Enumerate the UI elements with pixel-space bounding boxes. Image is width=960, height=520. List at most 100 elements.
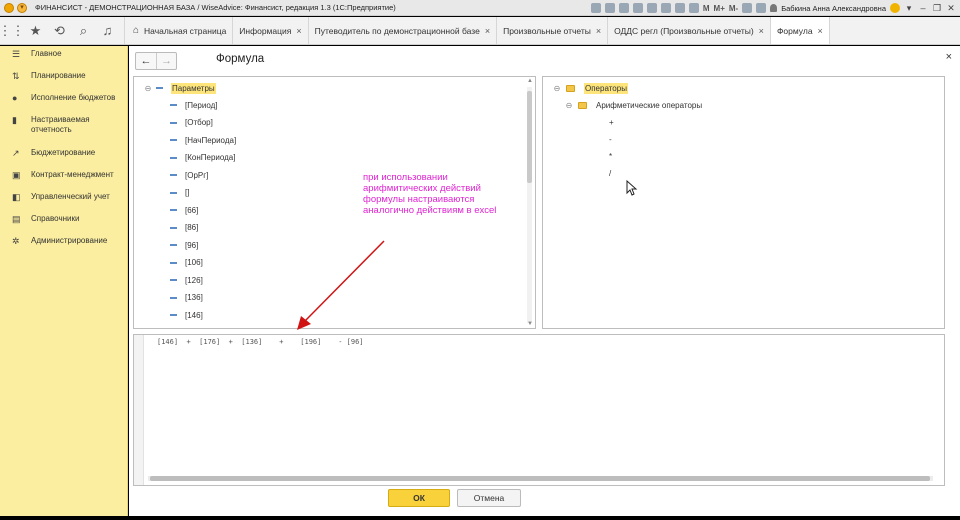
sidebar-item-budgeting[interactable]: ↗ Бюджетирование [0, 145, 127, 167]
field-icon [170, 226, 177, 229]
search-icon[interactable]: ⌕ [72, 17, 96, 44]
sidebar-item-directories[interactable]: ▤ Справочники [0, 211, 127, 233]
tab-home[interactable]: ⌂ Начальная страница [124, 17, 233, 44]
calendar-icon[interactable] [660, 3, 671, 13]
tree-node-label: / [609, 168, 612, 178]
preview-icon[interactable] [618, 3, 629, 13]
editor-gutter [134, 335, 144, 485]
tree-node-label: + [609, 117, 614, 127]
tab-label: Информация [239, 25, 292, 36]
field-icon [170, 314, 177, 316]
tab-formula[interactable]: Формула × [769, 17, 830, 44]
tree-node-parameter[interactable]: [146] [170, 308, 203, 322]
restore-icon[interactable]: ❐ [932, 3, 942, 14]
sidebar-item-main[interactable]: ☰ Главное [0, 46, 127, 68]
tree-node-operator[interactable]: + [609, 115, 614, 129]
field-icon [170, 261, 177, 264]
collapse-icon[interactable]: ⊖ [565, 101, 573, 110]
more-icon[interactable]: ▾ [904, 3, 914, 14]
field-icon [170, 174, 177, 176]
scroll-down-icon[interactable]: ▼ [527, 321, 533, 327]
tree-node-parameter[interactable]: [66] [170, 203, 198, 217]
print-icon[interactable] [604, 3, 615, 13]
info-icon[interactable] [890, 3, 900, 13]
table-icon[interactable] [674, 3, 685, 13]
current-user[interactable]: Бабкина Анна Александровна [781, 4, 886, 13]
sidebar-item-custom-reporting[interactable]: ▮ Настраиваемая отчетность [0, 112, 127, 145]
vertical-scrollbar[interactable] [527, 87, 532, 323]
collapse-icon[interactable]: ⊖ [144, 84, 152, 93]
link-icon[interactable] [632, 3, 643, 13]
sidebar-item-planning[interactable]: ⇅ Планирование [0, 68, 127, 90]
collapse-icon[interactable]: ⊖ [553, 84, 561, 93]
forward-button[interactable]: → [156, 53, 176, 69]
horizontal-scrollbar[interactable] [148, 476, 933, 481]
tree-node-parameter[interactable]: [126] [170, 273, 203, 287]
tree-node-label: Операторы [584, 82, 628, 94]
gear-icon: ✲ [12, 236, 20, 246]
tree-node-arithmetic[interactable]: ⊖ Арифметические операторы [565, 98, 702, 112]
copy-icon[interactable] [756, 3, 767, 13]
tree-node-parameter[interactable]: [] [170, 186, 189, 200]
tree-node-parameter[interactable]: [96] [170, 238, 198, 252]
apps-grid-icon[interactable]: ⋮⋮ [0, 17, 25, 44]
tree-node-operator[interactable]: * [609, 149, 612, 163]
sidebar-item-label: Справочники [31, 214, 80, 223]
save-icon[interactable] [590, 3, 601, 13]
tree-node-parameter[interactable]: [Период] [170, 98, 218, 112]
sidebar-item-administration[interactable]: ✲ Администрирование [0, 233, 127, 255]
cancel-button[interactable]: Отмена [457, 489, 521, 507]
tree-node-parameter[interactable]: [106] [170, 256, 203, 270]
trend-icon: ↗ [12, 148, 20, 158]
planning-icon: ⇅ [12, 71, 20, 81]
tree-node-parameter[interactable]: [КонПериода] [170, 151, 235, 165]
close-tab-icon[interactable]: × [296, 26, 301, 36]
tree-node-parameter[interactable]: [86] [170, 221, 198, 235]
tree-node-operator[interactable]: - [609, 132, 612, 146]
tab-demo-guide[interactable]: Путеводитель по демонстрационной базе × [307, 17, 497, 44]
close-window-icon[interactable]: ✕ [946, 3, 956, 14]
tab-information[interactable]: Информация × [232, 17, 308, 44]
field-icon [170, 139, 177, 141]
calculator-icon[interactable] [688, 3, 699, 13]
contract-icon: ▣ [12, 170, 21, 180]
mail-icon[interactable] [646, 3, 657, 13]
tab-custom-reports[interactable]: Произвольные отчеты × [496, 17, 608, 44]
sidebar-item-management-accounting[interactable]: ◧ Управленческий учет [0, 189, 127, 211]
sidebar-item-budget-execution[interactable]: ● Исполнение бюджетов [0, 90, 127, 112]
sidebar-item-contract-management[interactable]: ▣ Контракт-менеджмент [0, 167, 127, 189]
tab-bar: ⋮⋮ ★ ⟲ ⌕ ♫ ⌂ Начальная страница Информац… [0, 17, 960, 45]
close-tab-icon[interactable]: × [596, 26, 601, 36]
history-icon[interactable]: ⟲ [48, 17, 72, 44]
close-tab-icon[interactable]: × [818, 26, 823, 36]
formula-editor[interactable]: [146] + [176] + [136] + [196] - [96] [133, 334, 945, 486]
memory-m-button[interactable]: M [703, 4, 710, 13]
tree-node-operator[interactable]: / [609, 166, 611, 180]
close-tab-icon[interactable]: × [485, 26, 490, 36]
tree-node-parameter[interactable]: [Отбор] [170, 116, 213, 130]
app-logo-icon [4, 2, 14, 13]
back-button[interactable]: ← [136, 53, 156, 69]
main-menu-icon[interactable]: ▾ [17, 2, 27, 13]
field-icon [170, 279, 177, 281]
close-form-icon[interactable]: × [946, 51, 952, 63]
tree-node-parameter[interactable]: [ОрРг] [170, 168, 208, 182]
navigation-buttons: ← → [135, 52, 177, 70]
sidebar-item-label: Бюджетирование [31, 148, 96, 157]
scroll-up-icon[interactable]: ▲ [527, 78, 533, 84]
tree-node-operators[interactable]: ⊖ Операторы [553, 81, 628, 95]
close-tab-icon[interactable]: × [759, 26, 764, 36]
formula-text[interactable]: [146] + [176] + [136] + [196] - [96] [157, 338, 364, 346]
memory-m-plus-button[interactable]: M+ [714, 4, 725, 13]
minimize-icon[interactable]: – [918, 3, 928, 13]
tab-odds-reports[interactable]: ОДДС регл (Произвольные отчеты) × [607, 17, 770, 44]
tree-node-label: [ОрРг] [185, 170, 209, 180]
ok-button[interactable]: ОК [388, 489, 450, 507]
notifications-bell-icon[interactable]: ♫ [96, 17, 120, 44]
zoom-icon[interactable] [742, 3, 753, 13]
tree-node-parameter[interactable]: [136] [170, 291, 203, 305]
tree-node-parameters[interactable]: ⊖ Параметры [144, 81, 216, 95]
favorites-star-icon[interactable]: ★ [24, 17, 48, 44]
tree-node-parameter[interactable]: [НачПериода] [170, 133, 236, 147]
memory-m-minus-button[interactable]: M- [729, 4, 738, 13]
